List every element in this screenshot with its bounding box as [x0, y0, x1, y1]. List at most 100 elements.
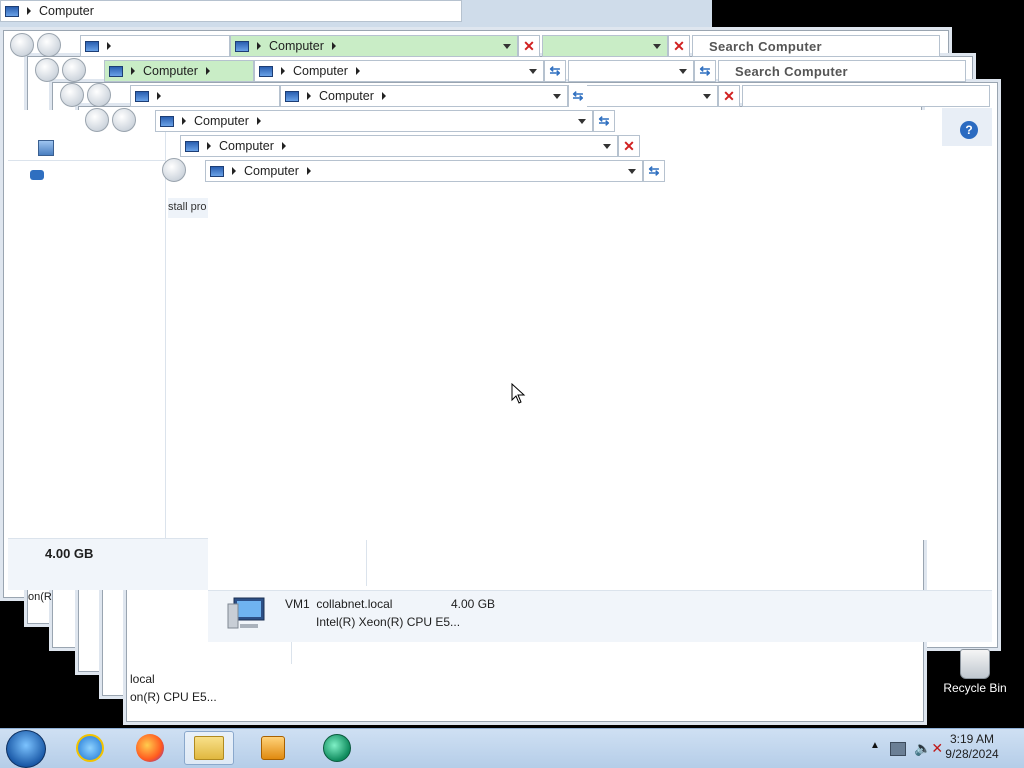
- computer-icon: [285, 90, 299, 102]
- back-button[interactable]: [10, 33, 34, 57]
- nav-buttons-4[interactable]: [85, 108, 136, 132]
- dropdown-icon[interactable]: [653, 43, 661, 49]
- computer-icon: [5, 5, 19, 17]
- stop-button-4[interactable]: ✕: [618, 135, 640, 157]
- memory-label: 4.00 GB: [45, 546, 94, 561]
- address-bar-6[interactable]: Computer: [180, 135, 618, 157]
- address-bar-top[interactable]: Computer: [0, 0, 462, 22]
- forward-button[interactable]: [112, 108, 136, 132]
- nav-printer-icon[interactable]: [38, 140, 54, 156]
- start-button[interactable]: [6, 730, 46, 768]
- chevron-right-icon: [355, 67, 360, 75]
- chevron-right-icon: [331, 42, 336, 50]
- dropdown-icon[interactable]: [603, 143, 611, 149]
- chevron-right-icon: [27, 7, 31, 15]
- address-bar-5[interactable]: Computer: [155, 110, 593, 132]
- stop-button[interactable]: ✕: [518, 35, 540, 57]
- address-bar-1a[interactable]: [80, 35, 230, 57]
- recycle-bin-label: Recycle Bin: [943, 681, 1007, 695]
- dropdown-icon[interactable]: [679, 68, 687, 74]
- address-bar-7[interactable]: Computer: [205, 160, 643, 182]
- forward-button[interactable]: [162, 158, 186, 182]
- refresh-button[interactable]: ⇆: [544, 60, 566, 82]
- title-strip: [742, 85, 990, 107]
- computer-name-text: VM1: [285, 597, 310, 611]
- dropdown-icon[interactable]: [553, 93, 561, 99]
- taskbar-media-player[interactable]: [248, 731, 298, 765]
- taskbar-file-explorer[interactable]: [184, 731, 234, 765]
- chevron-right-icon: [205, 67, 210, 75]
- dropdown-icon[interactable]: [503, 43, 511, 49]
- back-button[interactable]: [35, 58, 59, 82]
- cpu-partial-1: on(R: [28, 591, 52, 603]
- chevron-right-icon: [307, 92, 311, 100]
- chevron-right-icon: [281, 142, 286, 150]
- nav-network-icon[interactable]: [30, 170, 44, 180]
- computer-name: VM1 collabnet.local: [285, 597, 392, 611]
- chevron-right-icon: [281, 67, 285, 75]
- dropdown-icon[interactable]: [578, 118, 586, 124]
- tray-chevron-icon[interactable]: ▲: [870, 740, 880, 768]
- nav-buttons-3[interactable]: [60, 83, 111, 107]
- dropdown-icon[interactable]: [628, 168, 636, 174]
- taskbar-firefox[interactable]: [125, 731, 175, 765]
- clock-time: 3:19 AM: [949, 732, 995, 746]
- taskbar-app[interactable]: [312, 731, 362, 765]
- address-bar-2[interactable]: Computer: [104, 60, 254, 82]
- cpu-partial-2: on(R) CPU E5...: [130, 690, 217, 704]
- address-bar-4[interactable]: Computer: [280, 85, 568, 107]
- recycle-bin[interactable]: Recycle Bin: [940, 645, 1010, 705]
- chevron-right-icon: [157, 92, 161, 100]
- help-icon[interactable]: ?: [960, 121, 978, 139]
- address-bar-2b[interactable]: [568, 60, 694, 82]
- computer-icon: [210, 165, 224, 177]
- stop-button-3[interactable]: ✕: [718, 85, 740, 107]
- computer-icon: [235, 40, 249, 52]
- forward-button[interactable]: [87, 83, 111, 107]
- nav-buttons-1[interactable]: [10, 33, 61, 57]
- stop-button-2[interactable]: ✕: [668, 35, 690, 57]
- mouse-cursor-icon: [511, 383, 526, 404]
- nav-buttons-6[interactable]: [162, 158, 186, 182]
- chevron-right-icon: [232, 167, 236, 175]
- address-bar-4a[interactable]: [130, 85, 280, 107]
- search-input-2[interactable]: Search Computer: [718, 60, 966, 82]
- chevron-right-icon: [306, 167, 311, 175]
- computer-icon: [227, 597, 265, 629]
- clock[interactable]: 3:19 AM 9/28/2024: [930, 732, 1014, 762]
- memory-value: 4.00 GB: [451, 597, 496, 611]
- computer-icon: [135, 90, 149, 102]
- refresh-icon[interactable]: ⇆: [569, 85, 587, 107]
- nav-buttons-2[interactable]: [35, 58, 86, 82]
- chevron-right-icon: [182, 117, 186, 125]
- address-bar-1b[interactable]: [542, 35, 668, 57]
- recycle-bin-icon: [960, 649, 990, 679]
- address-bar-1[interactable]: Computer: [230, 35, 518, 57]
- chevron-right-icon: [381, 92, 386, 100]
- refresh-button-3[interactable]: ⇆: [593, 110, 615, 132]
- forward-button[interactable]: [37, 33, 61, 57]
- uninstall-program-label[interactable]: stall pro: [168, 198, 208, 218]
- address-bar-3[interactable]: Computer: [254, 60, 544, 82]
- back-button[interactable]: [60, 83, 84, 107]
- processor-value: Intel(R) Xeon(R) CPU E5...: [316, 615, 461, 629]
- clock-date: 9/28/2024: [945, 747, 999, 761]
- back-button[interactable]: [85, 108, 109, 132]
- dropdown-icon[interactable]: [529, 68, 537, 74]
- media-player-icon: [261, 736, 285, 760]
- chevron-right-icon: [207, 142, 211, 150]
- refresh-button-4[interactable]: ⇆: [643, 160, 665, 182]
- refresh-button-2[interactable]: ⇆: [694, 60, 716, 82]
- domain-text: collabnet.local: [316, 597, 393, 611]
- dropdown-icon[interactable]: [703, 93, 711, 99]
- address-bar-4b[interactable]: ⇆: [568, 85, 718, 107]
- forward-button[interactable]: [62, 58, 86, 82]
- chevron-right-icon: [131, 67, 135, 75]
- search-input[interactable]: Search Computer: [692, 35, 940, 57]
- network-icon[interactable]: [890, 742, 906, 756]
- file-explorer-icon: [194, 736, 224, 760]
- nav-divider: [8, 160, 166, 161]
- computer-icon: [160, 115, 174, 127]
- taskbar-internet-explorer[interactable]: [65, 731, 115, 765]
- app-icon: [323, 734, 351, 762]
